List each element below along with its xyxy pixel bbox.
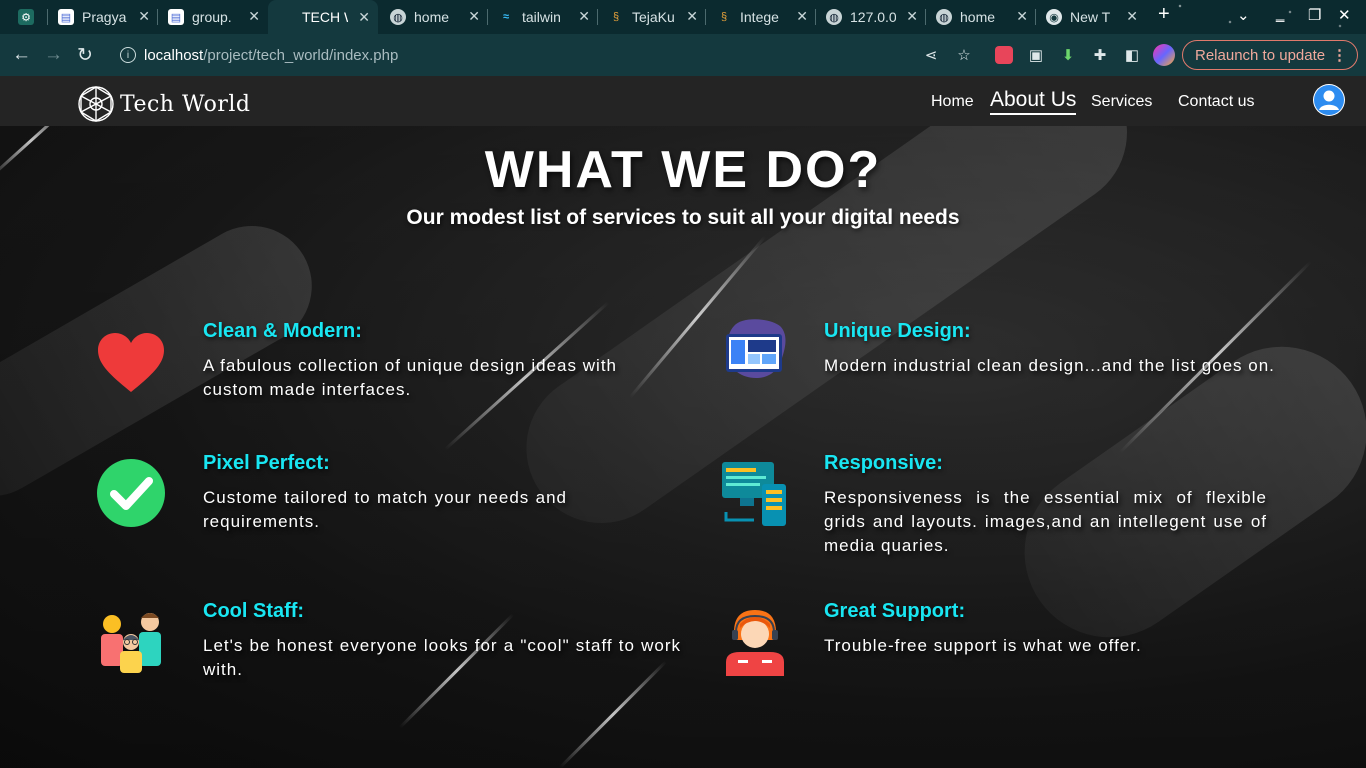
new-tab-button[interactable]: + <box>1158 3 1170 26</box>
browser-tab[interactable]: ≈ tailwin ✕ <box>488 4 598 30</box>
service-title: Great Support: <box>824 600 966 622</box>
service-title: Clean & Modern: <box>203 320 362 342</box>
nav-link-home[interactable]: Home <box>931 93 974 111</box>
tailwind-icon: ≈ <box>502 11 510 23</box>
browser-tab[interactable]: ▤ group. ✕ <box>158 4 268 30</box>
heart-icon <box>98 333 164 392</box>
site-navbar: Tech World Home About Us Services Contac… <box>0 76 1366 126</box>
user-avatar-icon[interactable] <box>1313 84 1345 116</box>
forward-button[interactable]: → <box>44 44 63 66</box>
relaunch-label: Relaunch to update <box>1195 46 1326 64</box>
nav-link-about[interactable]: About Us <box>990 88 1077 115</box>
relaunch-button[interactable]: Relaunch to update ⋮ <box>1182 40 1358 70</box>
site-info-icon[interactable]: i <box>120 47 136 63</box>
close-tab-icon[interactable]: ✕ <box>578 8 590 25</box>
network-logo-icon <box>78 86 114 122</box>
globe-icon: ◍ <box>390 9 406 25</box>
tab-search-icon[interactable]: ⌄ <box>1237 6 1250 24</box>
service-description: Let's be honest everyone looks for a "co… <box>203 636 681 679</box>
url-host: localhost <box>144 46 204 64</box>
codechef-icon: § <box>720 11 728 23</box>
globe-icon: ◍ <box>826 9 842 25</box>
service-description: Responsiveness is the essential mix of f… <box>824 488 1267 555</box>
browser-toolbar: ← → ↻ i localhost/project/tech_world/ind… <box>0 34 1366 76</box>
page-subtitle: Our modest list of services to suit all … <box>406 206 960 229</box>
service-description: Modern industrial clean design...and the… <box>824 356 1275 375</box>
bookmark-star-icon[interactable]: ☆ <box>955 46 973 64</box>
browser-tab[interactable]: ⚙ <box>8 4 48 30</box>
download-icon[interactable]: ⬇ <box>1059 46 1077 64</box>
service-description: Trouble-free support is what we offer. <box>824 636 1142 655</box>
page-viewport: Tech World Home About Us Services Contac… <box>0 76 1366 768</box>
close-window-button[interactable]: ✕ <box>1338 6 1351 24</box>
close-tab-icon[interactable]: ✕ <box>686 8 698 25</box>
devices-sync-icon <box>722 462 786 526</box>
extension-icon[interactable] <box>995 46 1013 64</box>
browser-tab[interactable]: ▤ Pragya ✕ <box>48 4 158 30</box>
service-description: Custome tailored to match your needs and… <box>203 488 567 531</box>
browser-tab-active[interactable]: TECH W ✕ <box>268 0 378 34</box>
close-tab-icon[interactable]: ✕ <box>796 8 808 25</box>
restore-button[interactable]: ❐ <box>1308 6 1321 24</box>
globe-icon: ◍ <box>936 9 952 25</box>
close-tab-icon[interactable]: ✕ <box>906 8 918 25</box>
openai-icon: ⚙ <box>18 9 34 25</box>
close-tab-icon[interactable]: ✕ <box>358 9 370 26</box>
document-icon: ▤ <box>168 9 184 25</box>
page-title: WHAT WE DO? <box>484 141 882 199</box>
extension-icon[interactable]: ▣ <box>1027 46 1045 64</box>
side-panel-icon[interactable]: ◧ <box>1123 46 1141 64</box>
close-tab-icon[interactable]: ✕ <box>1016 8 1028 25</box>
support-agent-icon <box>726 610 784 676</box>
reload-button[interactable]: ↻ <box>77 44 93 67</box>
close-tab-icon[interactable]: ✕ <box>248 8 260 25</box>
nav-link-contact[interactable]: Contact us <box>1178 93 1254 111</box>
service-title: Cool Staff: <box>203 600 305 622</box>
extensions-puzzle-icon[interactable]: ✚ <box>1091 46 1109 64</box>
profile-avatar[interactable] <box>1153 44 1175 66</box>
service-description: A fabulous collection of unique design i… <box>203 356 617 399</box>
nav-link-services[interactable]: Services <box>1091 93 1152 111</box>
address-bar[interactable]: i localhost/project/tech_world/index.php <box>110 40 980 70</box>
service-title: Pixel Perfect: <box>203 452 330 474</box>
browser-tab[interactable]: ◍ home ✕ <box>380 4 488 30</box>
codechef-icon: § <box>612 11 620 23</box>
browser-tab[interactable]: ◉ New T ✕ <box>1036 4 1146 30</box>
site-logo[interactable]: Tech World <box>76 84 250 124</box>
document-icon: ▤ <box>58 9 74 25</box>
logo-text: Tech World <box>120 91 251 117</box>
chrome-icon: ◉ <box>1046 9 1062 25</box>
service-title: Unique Design: <box>824 320 971 342</box>
check-circle-icon <box>97 459 165 527</box>
team-icon <box>101 613 161 673</box>
service-title: Responsive: <box>824 452 943 474</box>
back-button[interactable]: ← <box>12 44 31 66</box>
close-tab-icon[interactable]: ✕ <box>1126 8 1138 25</box>
browser-tab[interactable]: § Intege ✕ <box>706 4 816 30</box>
share-icon[interactable]: ⋖ <box>922 46 940 64</box>
url-path: /project/tech_world/index.php <box>203 46 399 64</box>
browser-tab[interactable]: § TejaKu ✕ <box>598 4 706 30</box>
browser-tab[interactable]: ◍ 127.0.0 ✕ <box>816 4 926 30</box>
menu-dots-icon[interactable]: ⋮ <box>1332 46 1347 64</box>
design-board-icon <box>726 319 786 378</box>
minimize-button[interactable]: ‗ <box>1276 6 1284 23</box>
browser-tab-strip: ⚙ ▤ Pragya ✕ ▤ group. ✕ TECH W ✕ ◍ home … <box>0 0 1366 34</box>
browser-tab[interactable]: ◍ home ✕ <box>926 4 1036 30</box>
close-tab-icon[interactable]: ✕ <box>138 8 150 25</box>
close-tab-icon[interactable]: ✕ <box>468 8 480 25</box>
